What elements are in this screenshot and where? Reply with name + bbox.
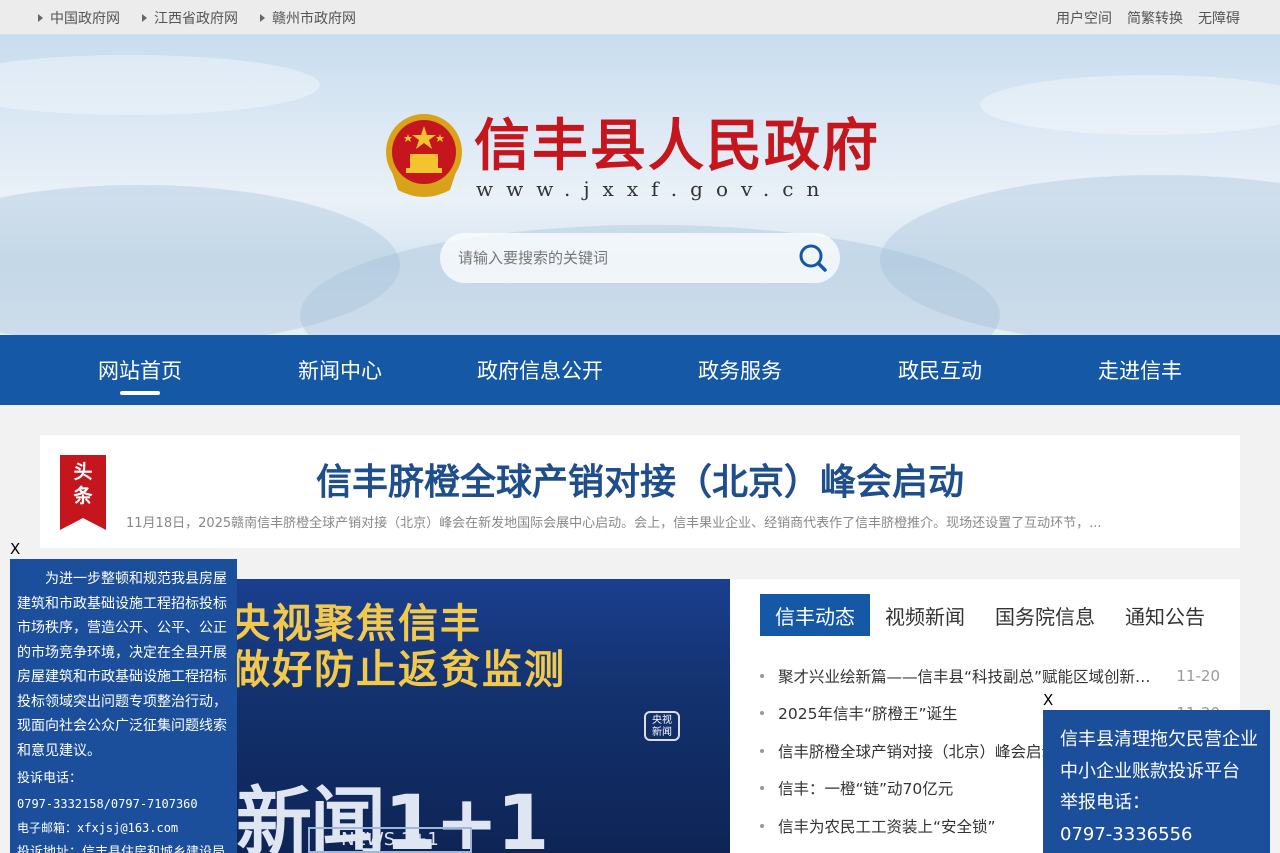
accessibility-link[interactable]: 无障碍 — [1198, 8, 1240, 28]
triangle-icon — [142, 13, 147, 22]
nav-interaction[interactable]: 政民互动 — [840, 335, 1040, 405]
bullet-icon — [760, 786, 764, 791]
tab-xinfeng-news[interactable]: 信丰动态 — [760, 594, 870, 636]
email-value: xfxjsj@163.com — [77, 821, 179, 835]
tab-video-news[interactable]: 视频新闻 — [870, 594, 980, 636]
search-box — [440, 233, 840, 283]
search-input[interactable] — [458, 233, 778, 283]
nav-label: 政务服务 — [698, 359, 782, 383]
video-caption-2: 做好防止返贫监测 — [230, 646, 566, 693]
site-url: www.jxxf.gov.cn — [476, 177, 833, 201]
nav-gov-info[interactable]: 政府信息公开 — [440, 335, 640, 405]
mountain-decoration — [880, 175, 1280, 335]
link-china-gov[interactable]: 中国政府网 — [38, 8, 120, 28]
nav-label: 新闻中心 — [298, 359, 382, 383]
news-tabs: 信丰动态 视频新闻 国务院信息 通知公告 — [760, 594, 1220, 636]
news-date: 11-20 — [1176, 666, 1220, 685]
nav-label: 政府信息公开 — [477, 359, 603, 383]
headline-box: 头条 信丰脐橙全球产销对接（北京）峰会启动 11月18日，2025赣南信丰脐橙全… — [40, 435, 1240, 548]
active-indicator — [120, 391, 160, 395]
tab-notices[interactable]: 通知公告 — [1110, 594, 1220, 636]
link-jiangxi-gov[interactable]: 江西省政府网 — [142, 8, 238, 28]
nav-home[interactable]: 网站首页 — [40, 335, 240, 405]
complaint-popup-left[interactable]: 为进一步整顿和规范我县房屋建筑和市政基础设施工程招标投标市场秩序，营造公开、公平… — [10, 559, 237, 853]
email-line: 电子邮箱：xfxjsj@163.com — [17, 816, 230, 841]
cctv-news-logo: 央视 新闻 — [644, 711, 680, 741]
popup-phone: 0797-3336556 — [1060, 823, 1193, 845]
nav-about-xinfeng[interactable]: 走进信丰 — [1040, 335, 1240, 405]
headline-desc: 11月18日，2025赣南信丰脐橙全球产销对接（北京）峰会在新发地国际会展中心启… — [126, 516, 1102, 531]
news-title: 聚才兴业绘新篇——信丰县“科技副总”赋能区域创新… — [778, 667, 1151, 686]
link-label: 江西省政府网 — [154, 10, 238, 27]
phone-value: 0797-3332158/0797-7107360 — [17, 796, 198, 811]
popup-line: 中小企业账款投诉平台 — [1060, 760, 1240, 782]
logo-text: 新闻 — [652, 727, 672, 738]
bullet-icon — [760, 748, 764, 753]
cloud-decoration — [0, 55, 320, 115]
popup-line: 信丰县清理拖欠民营企业 — [1060, 729, 1258, 750]
link-label: 赣州市政府网 — [272, 10, 356, 27]
complaint-popup-right[interactable]: 信丰县清理拖欠民营企业 中小企业账款投诉平台 举报电话： 0797-333655… — [1043, 710, 1270, 853]
logo-text: 央视 — [652, 715, 672, 726]
top-bar: 中国政府网 江西省政府网 赣州市政府网 用户空间 简繁转换 无障碍 — [0, 0, 1280, 35]
triangle-icon — [260, 13, 265, 22]
headline-title[interactable]: 信丰脐橙全球产销对接（北京）峰会启动 — [40, 453, 1240, 505]
site-title: 信丰县人民政府 — [474, 113, 880, 179]
nav-label: 走进信丰 — [1098, 359, 1182, 383]
email-label: 电子邮箱： — [17, 821, 78, 835]
main-nav: 网站首页 新闻中心 政府信息公开 政务服务 政民互动 走进信丰 — [0, 335, 1280, 405]
link-label: 中国政府网 — [50, 10, 120, 27]
simplified-traditional-link[interactable]: 简繁转换 — [1127, 8, 1183, 28]
nav-news-center[interactable]: 新闻中心 — [240, 335, 440, 405]
list-item[interactable]: 聚才兴业绘新篇——信丰县“科技副总”赋能区域创新… 11-20 — [760, 657, 1220, 695]
user-space-link[interactable]: 用户空间 — [1056, 8, 1112, 28]
nav-label: 政民互动 — [898, 359, 982, 383]
left-popup-close-button[interactable]: X — [10, 540, 20, 558]
phone-label: 投诉电话： — [17, 771, 83, 786]
bullet-icon — [760, 823, 764, 828]
nav-gov-services[interactable]: 政务服务 — [640, 335, 840, 405]
bullet-icon — [760, 711, 764, 716]
tab-state-council[interactable]: 国务院信息 — [980, 594, 1110, 636]
top-links: 中国政府网 江西省政府网 赣州市政府网 — [38, 0, 378, 35]
address-line: 投诉地址：信丰县住房和城乡建设局 — [17, 844, 226, 853]
cloud-decoration — [980, 75, 1280, 135]
popup-text: 为进一步整顿和规范我县房屋建筑和市政基础设施工程招标投标市场秩序，营造公开、公平… — [17, 571, 227, 759]
triangle-icon — [38, 13, 43, 22]
popup-line: 举报电话： — [1060, 792, 1150, 813]
search-icon[interactable] — [798, 243, 828, 273]
top-utilities: 用户空间 简繁转换 无障碍 — [1041, 0, 1240, 35]
nav-label: 网站首页 — [98, 359, 182, 383]
right-popup-close-button[interactable]: X — [1043, 691, 1053, 709]
program-title-en: NEWS 1+1 — [308, 827, 472, 853]
bullet-icon — [760, 673, 764, 678]
national-emblem-icon — [386, 114, 462, 197]
link-ganzhou-gov[interactable]: 赣州市政府网 — [260, 8, 356, 28]
header-banner: 信丰县人民政府 www.jxxf.gov.cn — [0, 35, 1280, 335]
